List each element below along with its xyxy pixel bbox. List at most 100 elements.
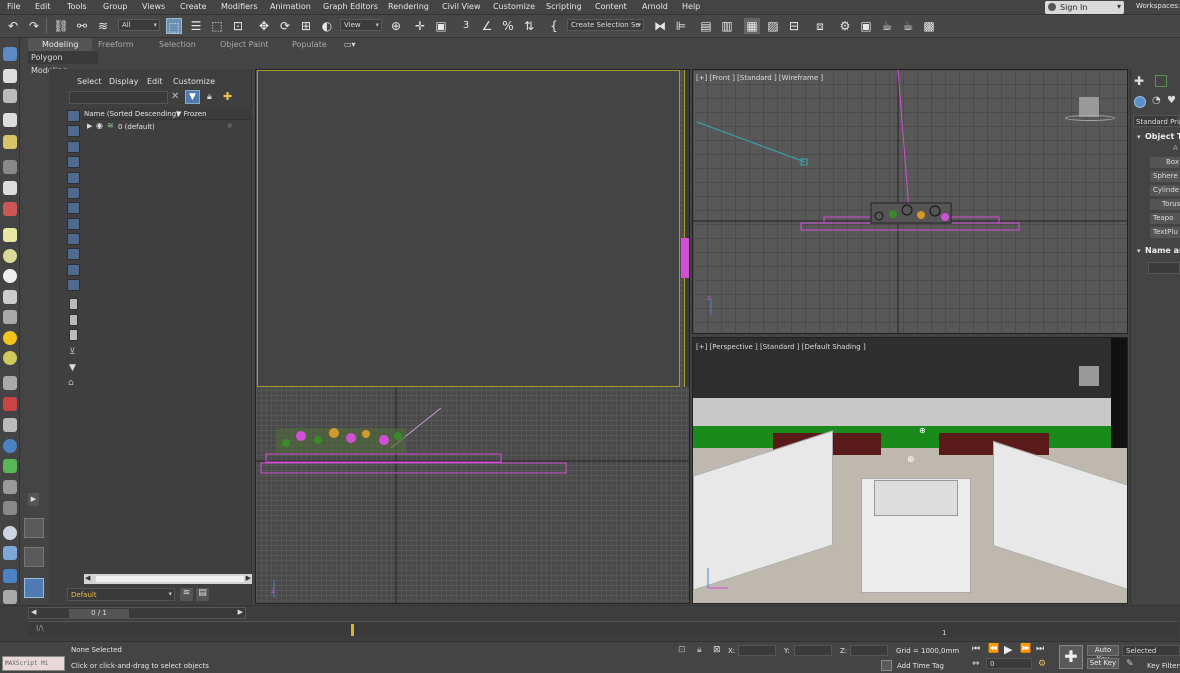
add-layer-icon[interactable]: ✚: [223, 90, 232, 103]
menu-file[interactable]: File: [7, 2, 20, 11]
material-sphere-icon[interactable]: [3, 526, 17, 540]
keyboard-shortcut-icon[interactable]: ▣: [433, 18, 449, 34]
viewport-layout-split-icon[interactable]: [24, 547, 44, 567]
layer-dropdown[interactable]: Default ▾: [67, 588, 175, 601]
object-name-field[interactable]: [1148, 262, 1180, 274]
spinner-snap-icon[interactable]: ⇅: [521, 18, 537, 34]
toggle-scene-explorer-icon[interactable]: ▤: [698, 18, 714, 34]
viewcube-icon[interactable]: [1079, 97, 1099, 117]
globe-icon[interactable]: [3, 439, 17, 453]
display-containers-icon[interactable]: [67, 248, 80, 260]
paint-icon[interactable]: [3, 397, 17, 411]
menu-civil-view[interactable]: Civil View: [442, 2, 481, 11]
explorer-search-input[interactable]: [69, 91, 168, 104]
create-panel-icon[interactable]: [3, 47, 17, 61]
reference-coordinate-dropdown[interactable]: View: [340, 19, 382, 31]
utility-icon[interactable]: [3, 590, 17, 604]
menu-edit[interactable]: Edit: [35, 2, 51, 11]
menu-tools[interactable]: Tools: [67, 2, 87, 11]
sun-icon[interactable]: [3, 331, 17, 345]
render-setup-icon[interactable]: ⚙: [837, 18, 853, 34]
filter-icon[interactable]: ▼: [185, 90, 200, 104]
y-coordinate-field[interactable]: [794, 645, 832, 656]
geosphere-icon[interactable]: [3, 351, 17, 365]
column-frozen-header[interactable]: ▼ Frozen: [176, 110, 207, 118]
explorer-options-icon[interactable]: ▤: [196, 588, 209, 601]
tab-object-paint[interactable]: Object Paint: [220, 40, 268, 49]
viewport-top-left[interactable]: z: [255, 69, 690, 604]
percent-snap-icon[interactable]: %: [500, 18, 516, 34]
toggle-layer-explorer-icon[interactable]: ▥: [719, 18, 735, 34]
menu-graph-editors[interactable]: Graph Editors: [323, 2, 378, 11]
tab-modeling[interactable]: Modeling: [28, 38, 93, 51]
curve-editor-icon[interactable]: ▨: [765, 18, 781, 34]
layers-icon[interactable]: ≋: [180, 588, 193, 601]
selection-filter-dropdown[interactable]: All: [118, 19, 160, 31]
display-helpers-icon[interactable]: [67, 172, 80, 184]
render-iterative-icon[interactable]: ☕: [900, 18, 916, 34]
layer-manager-icon[interactable]: [3, 546, 17, 560]
auto-key-button[interactable]: Auto Key: [1087, 645, 1119, 663]
ribbon-sub-label[interactable]: Polygon Modeling: [28, 51, 98, 75]
unlink-icon[interactable]: ⚯: [74, 18, 90, 34]
angle-snap-icon[interactable]: ∠: [479, 18, 495, 34]
menu-group[interactable]: Group: [103, 2, 127, 11]
scrollbar-thumb[interactable]: [96, 576, 244, 582]
isolate-selection-icon[interactable]: ⊡: [678, 645, 686, 655]
rendered-frame-window-icon[interactable]: ▣: [858, 18, 874, 34]
helper-icon[interactable]: [3, 160, 17, 174]
frame-counter[interactable]: 0 / 1: [69, 609, 129, 618]
name-color-rollout[interactable]: Name and: [1145, 246, 1180, 255]
display-none-icon[interactable]: [69, 314, 78, 326]
sound-icon[interactable]: [3, 181, 17, 195]
display-spacewarps-icon[interactable]: [67, 187, 80, 199]
scroll-left-icon[interactable]: ◀: [85, 574, 90, 582]
cylinder-button[interactable]: Cylinde: [1150, 185, 1180, 196]
rollout-collapse-icon-2[interactable]: ▾: [1137, 247, 1141, 255]
set-key-button[interactable]: Set Key: [1087, 658, 1119, 669]
torus-button[interactable]: Torus: [1150, 199, 1180, 210]
display-invert-icon[interactable]: [69, 329, 78, 341]
edit-named-selection-icon[interactable]: {: [546, 18, 562, 34]
track-bar[interactable]: I/\ 1: [28, 621, 1178, 637]
shapes-category-icon[interactable]: ◔: [1152, 95, 1161, 106]
menu-modifiers[interactable]: Modifiers: [221, 2, 258, 11]
time-configuration-icon[interactable]: ⚙: [1038, 659, 1046, 669]
viewport-perspective[interactable]: [+] [Perspective ] [Standard ] [Default …: [692, 337, 1128, 604]
menu-create[interactable]: Create: [180, 2, 207, 11]
display-hidden-icon[interactable]: [67, 279, 80, 291]
ribbon-options-icon[interactable]: ▭▾: [344, 40, 356, 49]
z-coordinate-field[interactable]: [850, 645, 888, 656]
display-geometry-icon[interactable]: [67, 110, 80, 122]
object-type-rollout[interactable]: Object Ty: [1145, 132, 1180, 141]
toggle-ribbon-icon[interactable]: ▦: [744, 18, 760, 34]
filter-options-icon[interactable]: ⊻: [69, 347, 76, 357]
list-icon[interactable]: [3, 89, 17, 103]
key-mode-icon[interactable]: ⇔: [972, 659, 980, 669]
undo-icon[interactable]: ↶: [5, 18, 21, 34]
next-frame-icon[interactable]: ⏩: [1020, 644, 1031, 654]
absolute-mode-icon[interactable]: ⊠: [713, 645, 721, 655]
primitive-type-dropdown[interactable]: Standard Prim: [1133, 115, 1180, 127]
perspective-viewcube-icon[interactable]: [1079, 366, 1099, 386]
grid-icon[interactable]: [3, 376, 17, 390]
sphere-button[interactable]: Sphere: [1150, 171, 1180, 182]
x-coordinate-field[interactable]: [738, 645, 776, 656]
placement-icon[interactable]: ◐: [319, 18, 335, 34]
lock-icon[interactable]: 🔒︎: [207, 92, 212, 102]
redo-icon[interactable]: ↷: [26, 18, 42, 34]
explorer-menu-select[interactable]: Select: [77, 77, 102, 86]
go-to-end-icon[interactable]: ⏭: [1036, 644, 1044, 654]
move-icon[interactable]: ✥: [256, 18, 272, 34]
link-icon[interactable]: ⛓: [53, 18, 69, 34]
select-object-icon[interactable]: ⬚: [166, 18, 182, 34]
menu-views[interactable]: Views: [142, 2, 165, 11]
menu-animation[interactable]: Animation: [270, 2, 311, 11]
current-frame-field[interactable]: 0: [986, 658, 1032, 669]
create-tab-icon[interactable]: ✚: [1134, 74, 1144, 88]
menu-scripting[interactable]: Scripting: [546, 2, 582, 11]
rollout-collapse-icon[interactable]: ▾: [1137, 133, 1141, 141]
page-icon[interactable]: [3, 113, 17, 127]
scroll-right-icon[interactable]: ▶: [246, 574, 251, 582]
sphere-icon[interactable]: [3, 249, 17, 263]
